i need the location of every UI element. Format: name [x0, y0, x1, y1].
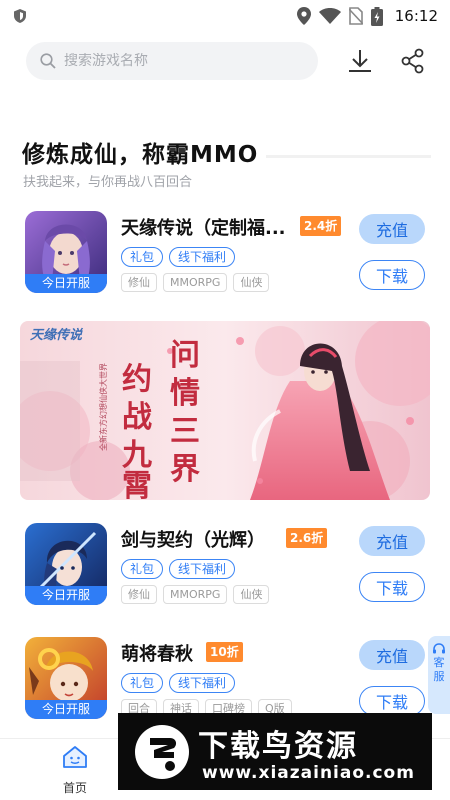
wifi-icon [318, 8, 341, 24]
header [0, 40, 450, 84]
section-subtitle: 扶我起来，与你再战八百回合 [23, 175, 193, 190]
banner-artwork: 天缘传说 全新东方幻想仙侠大世界 问 情 三 界 约 战 九 霄 [20, 321, 430, 500]
game-icon[interactable]: 今日开服 [25, 211, 107, 293]
benefit-pills: 礼包 线下福利 [121, 673, 236, 693]
side-tab-label: 客 [433, 656, 445, 669]
open-today-badge: 今日开服 [25, 274, 107, 293]
banner-slogan-char: 约 [122, 362, 152, 397]
home-icon [63, 746, 87, 768]
watermark-url: www.xiazainiao.com [202, 763, 415, 783]
genre-tag: 修仙 [121, 273, 157, 292]
section-divider [266, 155, 431, 158]
banner-slogan-char: 三 [170, 414, 200, 449]
search-input[interactable] [64, 53, 294, 69]
benefit-pills: 礼包 线下福利 [121, 559, 236, 579]
banner-slogan-char: 界 [170, 452, 200, 487]
game-name[interactable]: 剑与契约（光辉） [121, 526, 265, 552]
genre-tags: 修仙 MMORPG 仙侠 [121, 273, 270, 292]
nav-home[interactable]: 首页 [40, 745, 110, 796]
watermark-title: 下载鸟资源 [198, 729, 358, 764]
section-title: 修炼成仙，称霸MMO [22, 142, 259, 168]
banner-slogan-char: 九 [122, 438, 152, 473]
game-item[interactable]: 今日开服 剑与契约（光辉） 2.6折 礼包 线下福利 修仙 MMORPG 仙侠 … [0, 523, 450, 613]
nav-home-label: 首页 [62, 781, 87, 795]
headset-icon [433, 643, 445, 654]
no-sim-icon [348, 7, 363, 25]
game-item[interactable]: 今日开服 天缘传说（定制福... 2.4折 礼包 线下福利 修仙 MMORPG … [0, 211, 450, 301]
side-tab-label: 服 [433, 670, 445, 683]
shield-icon [14, 9, 26, 23]
share-icon [401, 48, 424, 74]
search-icon [40, 53, 56, 69]
genre-tag: 修仙 [121, 585, 157, 604]
customer-service-tab[interactable]: 客 服 [428, 636, 450, 714]
genre-tag: 仙侠 [233, 585, 270, 604]
offline-welfare-pill: 线下福利 [169, 559, 236, 579]
gift-pack-pill: 礼包 [121, 673, 164, 693]
recharge-button[interactable]: 充值 [359, 526, 425, 556]
banner-slogan-char: 战 [122, 400, 152, 435]
location-icon [296, 7, 311, 25]
open-today-badge: 今日开服 [25, 700, 107, 719]
share-button[interactable] [398, 46, 428, 76]
recharge-button[interactable]: 充值 [359, 640, 425, 670]
game-name[interactable]: 萌将春秋 [121, 640, 193, 666]
banner-slogan-char: 问 [170, 338, 200, 373]
search-bar[interactable] [26, 42, 318, 80]
discount-badge: 10折 [206, 642, 243, 662]
recharge-button[interactable]: 充值 [359, 214, 425, 244]
offline-welfare-pill: 线下福利 [169, 247, 236, 267]
banner-logo: 天缘传说 [30, 327, 84, 343]
offline-welfare-pill: 线下福利 [169, 673, 236, 693]
status-bar: 16:12 [0, 0, 450, 32]
game-icon[interactable]: 今日开服 [25, 637, 107, 719]
gift-pack-pill: 礼包 [121, 247, 164, 267]
open-today-badge: 今日开服 [25, 586, 107, 605]
gift-pack-pill: 礼包 [121, 559, 164, 579]
promo-banner[interactable]: 天缘传说 全新东方幻想仙侠大世界 问 情 三 界 约 战 九 霄 [20, 321, 430, 500]
download-button[interactable]: 下载 [359, 686, 425, 716]
download-icon [349, 50, 371, 72]
banner-slogan-char: 霄 [122, 469, 152, 500]
genre-tag: MMORPG [163, 585, 228, 604]
banner-slogan-char: 情 [170, 376, 200, 411]
game-icon[interactable]: 今日开服 [25, 523, 107, 605]
download-button[interactable]: 下载 [359, 260, 425, 290]
download-manager-button[interactable] [345, 46, 375, 76]
discount-badge: 2.6折 [286, 528, 328, 548]
banner-tagline: 全新东方幻想仙侠大世界 [98, 363, 108, 451]
watermark-logo: 下载鸟资源 www.xiazainiao.com [118, 713, 432, 790]
benefit-pills: 礼包 线下福利 [121, 247, 236, 267]
battery-icon [370, 6, 383, 26]
bird-logo-icon [135, 725, 189, 779]
status-time: 16:12 [394, 7, 438, 25]
status-icons: 16:12 [296, 6, 438, 26]
download-button[interactable]: 下载 [359, 572, 425, 602]
discount-badge: 2.4折 [300, 216, 342, 236]
genre-tag: MMORPG [163, 273, 228, 292]
genre-tag: 仙侠 [233, 273, 270, 292]
genre-tags: 修仙 MMORPG 仙侠 [121, 585, 270, 604]
game-name[interactable]: 天缘传说（定制福... [121, 214, 286, 240]
